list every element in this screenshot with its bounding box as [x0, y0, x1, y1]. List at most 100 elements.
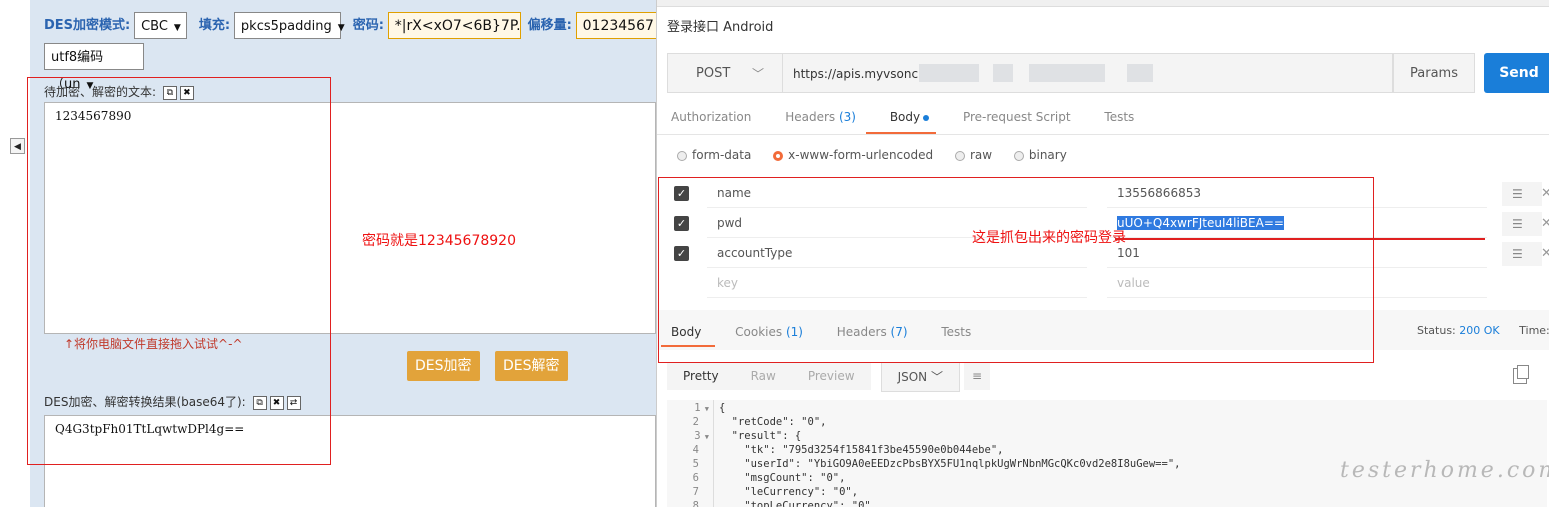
password-label: 密码:: [352, 18, 384, 33]
tab-label: Tests: [941, 325, 972, 339]
row-menu-icon[interactable]: ☰: [1502, 212, 1542, 236]
output-textarea[interactable]: Q4G3tpFh01TtLqwtwDPl4g==: [44, 415, 656, 507]
radio-x-www-form-urlencoded[interactable]: x-www-form-urlencoded: [773, 148, 933, 162]
chevron-down-icon: ▼: [337, 23, 345, 33]
des-encrypt-button[interactable]: DES加密: [407, 351, 480, 381]
tab-authorization[interactable]: Authorization: [671, 110, 751, 124]
method-value: POST: [696, 66, 731, 81]
mode-select-value: CBC: [141, 19, 168, 34]
view-preview-button[interactable]: Preview: [791, 362, 871, 390]
offset-input[interactable]: 01234567: [575, 12, 656, 39]
form-key[interactable]: pwd: [717, 216, 742, 230]
tab-headers[interactable]: Headers (3): [785, 110, 856, 124]
tab-label: Body: [889, 110, 921, 124]
input-label: 待加密、解密的文本:: [44, 85, 157, 99]
clear-icon[interactable]: ✖: [179, 85, 194, 100]
line-number-value: 2: [692, 416, 699, 428]
form-row-empty: key value: [667, 268, 1547, 298]
password-input[interactable]: *|rX<xO7<6B}7P.: [387, 12, 521, 39]
clear-icon[interactable]: ✖: [269, 395, 284, 410]
line-number: 1 ▼: [667, 402, 709, 414]
divider: [707, 297, 1087, 298]
divider: [1107, 297, 1487, 298]
radio-raw[interactable]: raw: [954, 148, 992, 162]
line-number: 7: [667, 486, 709, 498]
padding-select[interactable]: pkcs5padding ▼: [233, 12, 345, 39]
radio-form-data[interactable]: form-data: [677, 148, 751, 162]
form-value[interactable]: uUO+Q4xwrFJteuI4liBEA==: [1117, 216, 1284, 230]
radio-selected-icon: [773, 150, 784, 161]
body-mode-radios: form-data x-www-form-urlencoded raw bina…: [677, 148, 1085, 162]
send-button[interactable]: Send: [1484, 53, 1549, 93]
resp-tab-body[interactable]: Body: [671, 325, 701, 339]
resp-tab-tests[interactable]: Tests: [941, 325, 971, 339]
request-tabs: Authorization Headers (3) Body Pre-reque…: [671, 110, 1164, 124]
modified-dot-icon: [923, 114, 930, 121]
value-input[interactable]: value: [1117, 276, 1150, 290]
format-select[interactable]: JSON ﹀: [880, 362, 960, 392]
line-number: 5: [667, 458, 709, 470]
radio-label: form-data: [692, 148, 752, 162]
output-label-row: DES加密、解密转换结果(base64了): ⧉ ✖ ⇄: [44, 393, 301, 410]
top-tab-strip: [657, 0, 1549, 7]
method-select[interactable]: POST ﹀: [667, 53, 783, 93]
form-value[interactable]: 101: [1117, 246, 1140, 260]
delete-row-icon[interactable]: ✕: [1541, 186, 1549, 201]
view-pretty-button[interactable]: Pretty: [667, 362, 735, 390]
tab-count: (7): [890, 325, 908, 339]
fold-arrow-icon[interactable]: ▼: [701, 433, 709, 441]
url-redaction: [1029, 64, 1105, 82]
resp-tab-headers[interactable]: Headers (7): [837, 325, 908, 339]
row-menu-icon[interactable]: ☰: [1502, 242, 1542, 266]
url-value: https://apis.myvsoncl: [793, 67, 922, 81]
line-number: 8: [667, 500, 709, 507]
line-number-value: 6: [692, 472, 699, 484]
chevron-down-icon: ▼: [173, 23, 181, 33]
input-textarea[interactable]: 1234567890: [44, 102, 656, 334]
form-key[interactable]: accountType: [717, 246, 792, 260]
collapse-arrow-icon[interactable]: ◀: [10, 138, 25, 154]
code-line: "topLeCurrency": "0",: [719, 500, 878, 507]
checkbox-checked-icon[interactable]: ✓: [674, 186, 689, 201]
delete-row-icon[interactable]: ✕: [1541, 216, 1549, 231]
form-value[interactable]: 13556866853: [1117, 186, 1201, 200]
swap-icon[interactable]: ⇄: [286, 395, 301, 410]
copy-icon[interactable]: [1513, 365, 1529, 384]
code-line: {: [719, 402, 726, 414]
drag-hint: ↑将你电脑文件直接拖入试试^-^: [64, 337, 243, 351]
params-button[interactable]: Params: [1393, 53, 1475, 93]
des-decrypt-button[interactable]: DES解密: [495, 351, 568, 381]
tab-body[interactable]: Body: [889, 110, 930, 124]
tab-count: (3): [838, 110, 856, 124]
copy-icon[interactable]: ⧉: [252, 395, 267, 410]
checkbox-checked-icon[interactable]: ✓: [674, 216, 689, 231]
fold-arrow-icon[interactable]: ▼: [701, 405, 709, 413]
des-settings-row: DES加密模式: CBC ▼ 填充: pkcs5padding ▼ 密码: *|rX…: [44, 12, 656, 39]
encoding-select[interactable]: utf8编码（un ▼: [44, 43, 144, 92]
tab-pre-request-script[interactable]: Pre-request Script: [963, 110, 1071, 124]
tab-count: (1): [785, 325, 803, 339]
radio-binary[interactable]: binary: [1013, 148, 1067, 162]
resp-tab-cookies[interactable]: Cookies (1): [735, 325, 803, 339]
delete-row-icon[interactable]: ✕: [1541, 246, 1549, 261]
active-response-tab-underline: [661, 345, 715, 347]
tab-label: Authorization: [671, 110, 752, 124]
response-code-view: 1 ▼ {2 "retCode": "0", 3 ▼ "result": {4 "t…: [667, 400, 1547, 507]
view-raw-button[interactable]: Raw: [734, 362, 792, 390]
line-number: 4: [667, 444, 709, 456]
wrap-lines-icon[interactable]: ≡: [963, 362, 990, 390]
mode-label: DES加密模式:: [44, 18, 131, 33]
form-key[interactable]: name: [717, 186, 751, 200]
postman-panel: 登录接口 Android POST ﹀ https://apis.myvsonc…: [656, 0, 1549, 507]
checkbox-checked-icon[interactable]: ✓: [674, 246, 689, 261]
copy-icon[interactable]: ⧉: [162, 85, 177, 100]
url-input[interactable]: https://apis.myvsoncl: [783, 53, 1393, 93]
row-menu-icon[interactable]: ☰: [1502, 182, 1542, 206]
tab-tests[interactable]: Tests: [1104, 110, 1134, 124]
mode-select[interactable]: CBC ▼: [134, 12, 188, 39]
tab-label: Body: [671, 325, 702, 339]
key-input[interactable]: key: [717, 276, 738, 290]
url-redaction: [919, 64, 979, 82]
radio-label: binary: [1028, 148, 1067, 162]
padding-label: 填充:: [198, 18, 231, 33]
